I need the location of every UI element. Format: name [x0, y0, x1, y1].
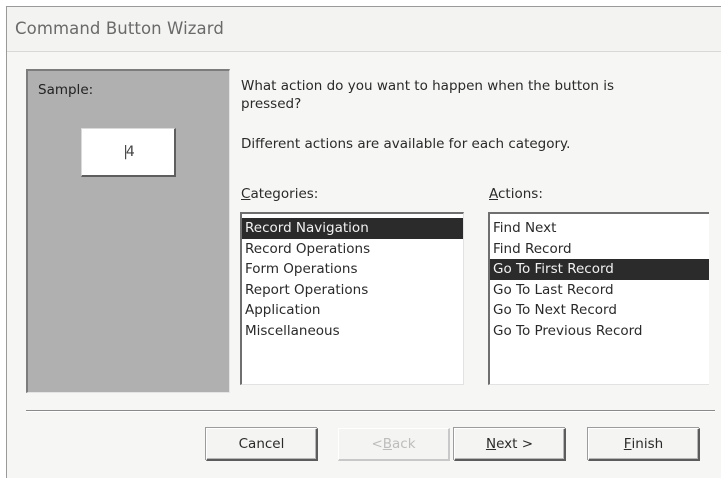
category-item-form-operations[interactable]: Form Operations: [242, 259, 463, 280]
window-title: Command Button Wizard: [15, 19, 224, 38]
finish-button[interactable]: Finish: [588, 428, 700, 461]
wizard-window: Command Button Wizard Sample: |4 What ac…: [6, 6, 721, 478]
category-item-record-operations[interactable]: Record Operations: [242, 239, 463, 260]
back-button[interactable]: < Back: [338, 428, 450, 461]
category-item-record-navigation[interactable]: Record Navigation: [242, 218, 463, 239]
category-item-miscellaneous[interactable]: Miscellaneous: [242, 321, 463, 342]
category-item-application[interactable]: Application: [242, 300, 463, 321]
categories-listbox[interactable]: Record Navigation Record Operations Form…: [240, 212, 464, 385]
next-button[interactable]: Next >: [454, 428, 566, 461]
action-item-find-next[interactable]: Find Next: [490, 218, 709, 239]
sample-panel: Sample: |4: [26, 69, 230, 393]
action-question: What action do you want to happen when t…: [241, 78, 615, 112]
action-item-go-to-previous-record[interactable]: Go To Previous Record: [490, 321, 709, 342]
actions-listbox[interactable]: Find Next Find Record Go To First Record…: [488, 212, 709, 385]
category-hint: Different actions are available for each…: [241, 136, 571, 152]
actions-label: Actions:: [489, 186, 543, 202]
action-item-go-to-last-record[interactable]: Go To Last Record: [490, 280, 709, 301]
sample-button-preview: |4: [81, 128, 176, 177]
footer-divider: [26, 410, 715, 412]
action-item-go-to-next-record[interactable]: Go To Next Record: [490, 300, 709, 321]
cancel-button[interactable]: Cancel: [206, 428, 318, 461]
sample-label: Sample:: [38, 82, 94, 98]
action-item-find-record[interactable]: Find Record: [490, 239, 709, 260]
category-item-report-operations[interactable]: Report Operations: [242, 280, 463, 301]
action-item-go-to-first-record[interactable]: Go To First Record: [490, 259, 709, 280]
title-bar: Command Button Wizard: [7, 7, 721, 52]
go-to-first-record-icon: |4: [123, 144, 135, 160]
categories-label: Categories:: [241, 186, 319, 202]
